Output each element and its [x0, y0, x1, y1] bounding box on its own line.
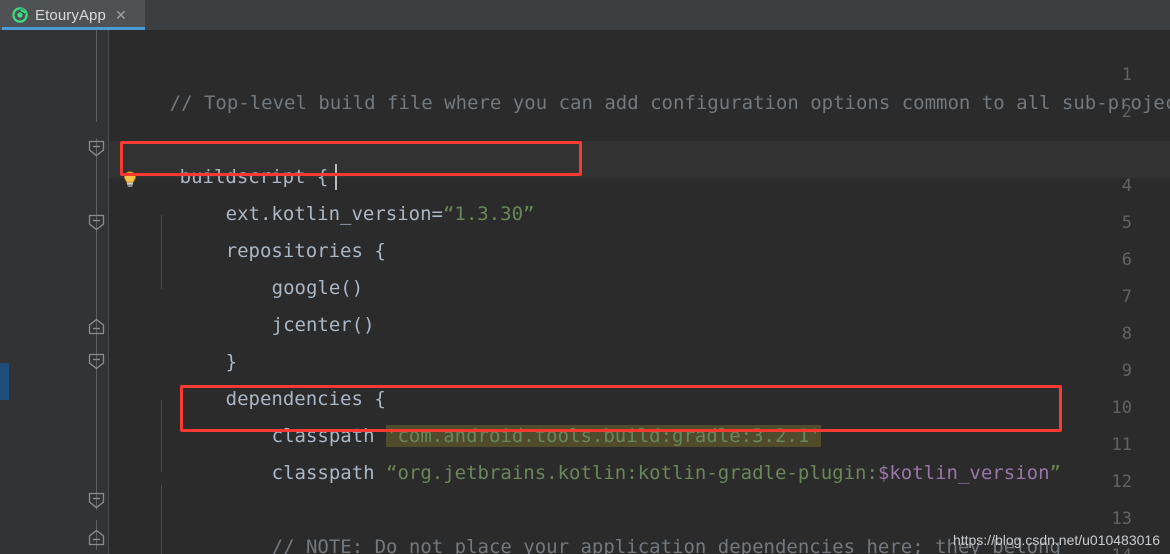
close-icon[interactable]: ✕ [115, 8, 127, 22]
code-line-6[interactable]: google() [203, 233, 364, 299]
vcs-change-stripe-column [0, 30, 9, 554]
code-variable: $kotlin_version [877, 462, 1050, 484]
fold-marker-line-5[interactable] [88, 214, 105, 231]
tab-etouryapp[interactable]: EtouryApp ✕ [0, 0, 145, 30]
code-content[interactable]: // Top-level build file where you can ad… [109, 30, 1170, 554]
fold-connector [96, 374, 97, 510]
code-editor[interactable]: 1 2 3 4 5 6 7 8 9 10 11 12 13 14 15 [0, 30, 1170, 554]
editor-gutter[interactable] [9, 30, 109, 554]
code-text: classpath [271, 462, 387, 484]
lightbulb-icon[interactable] [122, 171, 138, 189]
fold-marker-line-13[interactable] [88, 492, 105, 509]
code-line-3[interactable]: buildscript { [111, 122, 329, 188]
android-studio-icon [12, 7, 28, 23]
code-line-5[interactable]: repositories { [157, 196, 386, 262]
code-text: jcenter() [271, 314, 375, 336]
code-line-9[interactable]: dependencies { [157, 344, 386, 410]
fold-connector [96, 30, 97, 122]
code-line-1[interactable]: // Top-level build file where you can ad… [109, 48, 1170, 114]
code-line-13[interactable]: // NOTE: Do not place your application d… [203, 492, 1061, 554]
code-string: “1.3.30” [442, 203, 535, 225]
code-string: “org.jetbrains.kotlin:kotlin-gradle-plug… [386, 462, 878, 484]
vcs-change-marker-line-10[interactable] [0, 363, 9, 400]
indent-guide [161, 485, 162, 554]
code-line-8[interactable]: } [157, 307, 237, 373]
code-line-14[interactable]: // in the individual module build.gradle… [203, 529, 798, 554]
fold-marker-line-8[interactable] [88, 318, 105, 335]
fold-marker-line-3[interactable] [88, 140, 105, 157]
text-caret [335, 164, 337, 190]
code-string-close: ” [1049, 462, 1061, 484]
editor-tab-bar: EtouryApp ✕ [0, 0, 1170, 30]
code-line-10[interactable]: classpath 'com.android.tools.build:gradl… [203, 381, 821, 447]
fold-marker-line-14[interactable] [88, 529, 105, 546]
code-line-11[interactable]: classpath “org.jetbrains.kotlin:kotlin-g… [203, 418, 1061, 484]
fold-marker-line-9[interactable] [88, 353, 105, 370]
code-line-4[interactable]: ext.kotlin_version=“1.3.30” [157, 159, 535, 225]
tab-label: EtouryApp [35, 6, 106, 24]
code-text: // Top-level build file where you can ad… [169, 92, 1170, 114]
watermark-text: https://blog.csdn.net/u010483016 [952, 532, 1160, 548]
code-line-7[interactable]: jcenter() [203, 270, 375, 336]
